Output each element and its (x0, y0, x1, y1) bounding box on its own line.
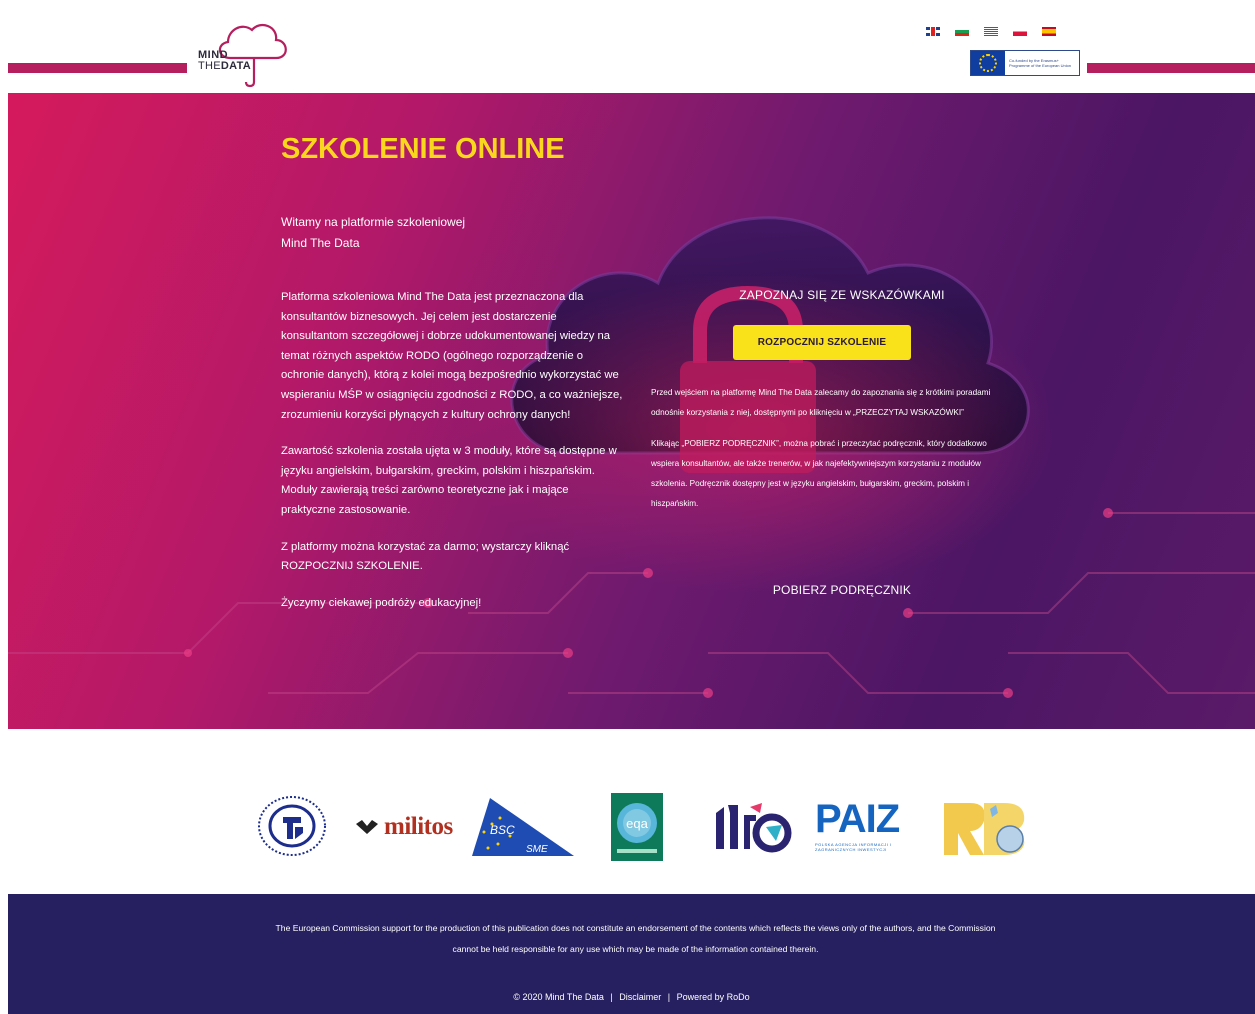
itca-logo[interactable] (710, 801, 792, 855)
svg-text:eqa: eqa (626, 816, 648, 831)
download-handbook-link[interactable]: POBIERZ PODRĘCZNIK (651, 583, 1033, 597)
eu-disclaimer-text: The European Commission support for the … (275, 923, 996, 954)
read-guidelines-link[interactable]: ZAPOZNAJ SIĘ ZE WSKAZÓWKAMI (651, 288, 1033, 302)
eu-flag-icon (971, 51, 1005, 75)
paiz-logo[interactable]: PAIZ POLSKA AGENCJA INFORMACJI I ZAGRANI… (815, 799, 923, 855)
guidelines-paragraph: Przed wejściem na platformę Mind The Dat… (651, 388, 991, 417)
language-switcher (926, 27, 1056, 36)
flag-pl-icon[interactable] (1013, 27, 1027, 36)
partners-section: militos BSC SME eqa PAIZ POLSKA AGENCJA … (0, 729, 1255, 894)
partner-seal-logo[interactable] (257, 795, 327, 857)
svg-text:BSC: BSC (490, 823, 515, 837)
paiz-logo-text: PAIZ (815, 797, 900, 841)
cloud-lock-circuit-background (8, 216, 1255, 698)
guidelines-paragraph: Klikając „POBIERZ PODRĘCZNIK”, można pob… (651, 439, 987, 508)
site-header: MIND THEDATA Co-funded by the Erasmus+ P… (0, 0, 1255, 93)
hero-section: SZKOLENIE ONLINE Witamy na platformie sz… (8, 93, 1255, 729)
flag-es-icon[interactable] (1042, 27, 1056, 36)
flag-gb-icon[interactable] (926, 27, 940, 36)
site-footer: The European Commission support for the … (8, 894, 1255, 1014)
intro-paragraph: Platforma szkoleniowa Mind The Data jest… (281, 291, 623, 421)
svg-text:SME: SME (526, 844, 548, 855)
start-training-button[interactable]: ROZPOCZNIJ SZKOLENIE (733, 325, 911, 360)
eu-badge-text: Co-funded by the Erasmus+ Programme of t… (1009, 58, 1072, 68)
bsc-sme-logo[interactable]: BSC SME (470, 796, 576, 858)
header-accent-bar-right (1087, 63, 1255, 73)
intro-paragraph: Zawartość szkolenia została ujęta w 3 mo… (281, 445, 617, 516)
page-title: SZKOLENIE ONLINE (281, 133, 565, 165)
paiz-logo-subtitle: POLSKA AGENCJA INFORMACJI I ZAGRANICZNYC… (815, 842, 892, 852)
eu-cofunded-badge: Co-funded by the Erasmus+ Programme of t… (970, 50, 1080, 76)
powered-by-link[interactable]: Powered by RoDo (677, 992, 750, 1002)
guidelines-text: Przed wejściem na platformę Mind The Dat… (651, 383, 991, 525)
welcome-line-2: Mind The Data (281, 236, 360, 250)
footer-separator: | (610, 992, 613, 1002)
header-accent-bar-left (8, 63, 187, 73)
militos-logo-text: militos (384, 813, 453, 840)
flag-bg-icon[interactable] (955, 27, 969, 36)
flag-gr-icon[interactable] (984, 27, 998, 36)
rodo-logo[interactable] (940, 799, 1030, 859)
logo-text-the: THE (198, 60, 221, 72)
welcome-text: Witamy na platformie szkoleniowej Mind T… (281, 212, 581, 254)
eqa-logo[interactable]: eqa (607, 793, 667, 861)
mind-the-data-logo[interactable]: MIND THEDATA (190, 18, 295, 88)
logo-text-data: DATA (220, 60, 252, 72)
logo-text-the-data: THEDATA (198, 61, 251, 72)
footer-separator: | (667, 992, 671, 1002)
welcome-line-1: Witamy na platformie szkoleniowej (281, 215, 466, 229)
intro-text: Platforma szkoleniowa Mind The Data jest… (281, 288, 626, 630)
militos-logo[interactable]: militos (354, 813, 466, 841)
footer-bottom-line: © 2020 Mind The Data | Disclaimer | Powe… (8, 992, 1255, 1002)
intro-paragraph: Z platformy można korzystać za darmo; wy… (281, 540, 570, 573)
copyright-text: © 2020 Mind The Data (513, 992, 604, 1002)
disclaimer-link[interactable]: Disclaimer (619, 992, 661, 1002)
intro-paragraph: Życzymy ciekawej podróży edukacyjnej! (281, 596, 482, 609)
